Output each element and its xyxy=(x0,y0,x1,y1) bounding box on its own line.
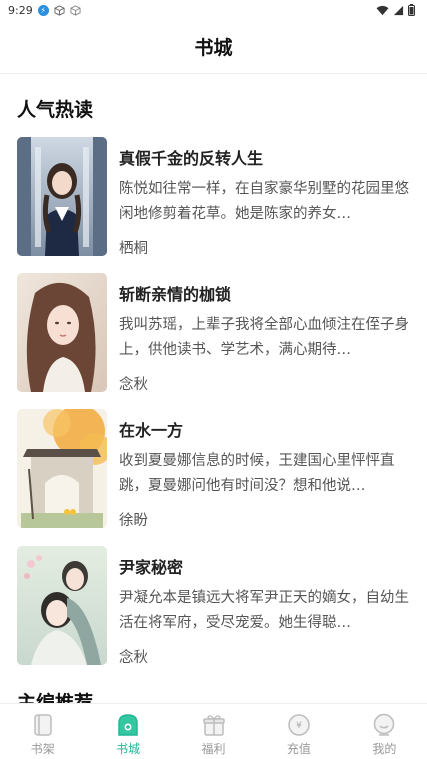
notification-icon: ⚡ xyxy=(37,4,49,16)
tab-welfare[interactable]: 福利 xyxy=(171,704,256,759)
signal-icon xyxy=(393,5,404,15)
book-title: 斩断亲情的枷锁 xyxy=(119,285,232,304)
book-author: 栖桐 xyxy=(119,241,148,257)
book-card[interactable]: 斩断亲情的枷锁 我叫苏瑶，上辈子我将全部心血倾注在侄子身上，供他读书、学艺术，满… xyxy=(17,273,413,394)
tab-bookstore[interactable]: 书城 xyxy=(85,704,170,759)
book-author: 念秋 xyxy=(119,377,148,393)
book-card[interactable]: 真假千金的反转人生 陈悦如往常一样，在自家豪华别墅的花园里悠闲地修剪着花草。她是… xyxy=(17,137,413,258)
profile-icon xyxy=(374,713,395,736)
tab-label: 我的 xyxy=(372,742,397,756)
gift-icon xyxy=(202,715,225,736)
store-icon xyxy=(118,714,138,736)
book-cover[interactable] xyxy=(17,273,107,392)
tab-label: 书城 xyxy=(116,742,141,756)
status-bar: 9:29 ⚡ xyxy=(0,0,427,20)
book-cover[interactable] xyxy=(17,409,107,528)
wifi-icon xyxy=(376,5,389,15)
tab-label: 福利 xyxy=(201,742,226,756)
status-time: 9:29 xyxy=(8,3,33,17)
book-title: 在水一方 xyxy=(119,421,184,440)
tab-label: 书架 xyxy=(30,742,55,756)
cube-outline-icon xyxy=(70,4,81,16)
section-title-popular: 人气热读 xyxy=(17,99,94,121)
coin-icon: ¥ xyxy=(288,714,310,736)
cube-icon xyxy=(54,4,65,16)
bottom-tab-bar: 书架 书城 福利 ¥ 充值 我的 xyxy=(0,703,427,759)
book-cover[interactable] xyxy=(17,546,107,665)
tab-bookshelf[interactable]: 书架 xyxy=(0,704,85,759)
book-description: 我叫苏瑶，上辈子我将全部心血倾注在侄子身上，供他读书、学艺术，满心期待… xyxy=(119,317,409,358)
top-bar: 书城 xyxy=(0,20,427,74)
tab-recharge[interactable]: ¥ 充值 xyxy=(256,704,341,759)
tab-profile[interactable]: 我的 xyxy=(342,704,427,759)
svg-text:¥: ¥ xyxy=(296,721,302,731)
battery-icon xyxy=(408,4,415,16)
book-title: 真假千金的反转人生 xyxy=(119,149,264,168)
book-icon xyxy=(33,714,52,736)
page-title: 书城 xyxy=(194,37,233,59)
book-description: 收到夏曼娜信息的时候，王建国心里怦怦直跳，夏曼娜问他有时间没？想和他说… xyxy=(119,453,395,494)
book-card[interactable]: 在水一方 收到夏曼娜信息的时候，王建国心里怦怦直跳，夏曼娜问他有时间没？想和他说… xyxy=(17,409,413,530)
book-author: 徐盼 xyxy=(119,513,148,529)
tab-label: 充值 xyxy=(286,742,311,756)
book-description: 尹凝允本是镇远大将军尹正天的嫡女，自幼生活在将军府，受尽宠爱。她生得聪… xyxy=(119,590,409,631)
book-author: 念秋 xyxy=(119,650,148,666)
book-title: 尹家秘密 xyxy=(119,558,184,577)
book-cover[interactable] xyxy=(17,137,107,256)
book-description: 陈悦如往常一样，在自家豪华别墅的花园里悠闲地修剪着花草。她是陈家的养女… xyxy=(119,181,409,222)
book-card[interactable]: 尹家秘密 尹凝允本是镇远大将军尹正天的嫡女，自幼生活在将军府，受尽宠爱。她生得聪… xyxy=(17,546,413,667)
